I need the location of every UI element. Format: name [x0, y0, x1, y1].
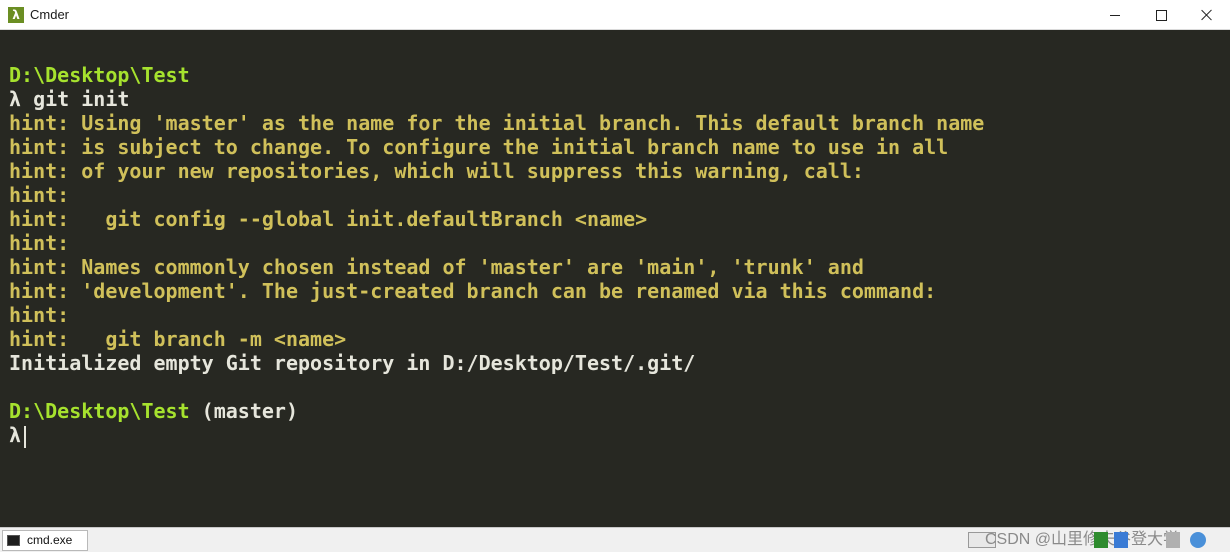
- tab-label: cmd.exe: [27, 533, 73, 547]
- close-icon: [1201, 9, 1213, 21]
- terminal-line: hint: Names commonly chosen instead of '…: [9, 255, 984, 279]
- terminal-segment-hint: hint: Using 'master' as the name for the…: [9, 111, 985, 135]
- terminal-output[interactable]: D:\Desktop\Test λ git init hint: Using 'ma…: [0, 30, 1230, 527]
- watermark: CSDN @山里修夫谷登大学: [985, 531, 1180, 548]
- close-button[interactable]: [1184, 0, 1230, 30]
- terminal-line: λ: [9, 423, 984, 448]
- terminal-segment-hint: hint:: [9, 231, 70, 255]
- terminal-line: hint:: [9, 303, 984, 327]
- terminal-segment-hint: hint: of your new repositories, which wi…: [9, 159, 864, 183]
- terminal-segment-path: D:\Desktop\Test: [9, 399, 190, 423]
- minimize-button[interactable]: [1092, 0, 1138, 30]
- split-icon[interactable]: [1114, 532, 1128, 548]
- status-bar: cmd.exe CSDN @山里修夫谷登大学: [0, 527, 1230, 552]
- terminal-segment-hint: hint: git config --global init.defaultBr…: [9, 207, 648, 231]
- terminal-segment-hint: hint:: [9, 183, 70, 207]
- terminal-line: hint: of your new repositories, which wi…: [9, 159, 984, 183]
- terminal-line: D:\Desktop\Test (master): [9, 399, 984, 423]
- terminal-line: hint: 'development'. The just-created br…: [9, 279, 984, 303]
- terminal-lines: D:\Desktop\Test λ git init hint: Using 'ma…: [9, 63, 984, 448]
- title-bar[interactable]: λ Cmder: [0, 0, 1230, 30]
- console-icon: [7, 535, 20, 546]
- terminal-line: Initialized empty Git repository in D:/D…: [9, 351, 984, 375]
- terminal-line: hint: is subject to change. To configure…: [9, 135, 984, 159]
- terminal-line: D:\Desktop\Test: [9, 63, 984, 87]
- terminal-segment-hint: hint:: [9, 303, 70, 327]
- terminal-line: hint:: [9, 183, 984, 207]
- terminal-line: λ git init: [9, 87, 984, 111]
- terminal-segment-text: Initialized empty Git repository in D:/D…: [9, 351, 696, 375]
- maximize-icon: [1155, 9, 1167, 21]
- console-tab[interactable]: cmd.exe: [2, 530, 88, 551]
- terminal-segment-hint: hint: 'development'. The just-created br…: [9, 279, 937, 303]
- minimize-icon: [1110, 14, 1120, 16]
- maximize-button[interactable]: [1138, 0, 1184, 30]
- terminal-line: hint: git config --global init.defaultBr…: [9, 207, 984, 231]
- terminal-line: hint: Using 'master' as the name for the…: [9, 111, 984, 135]
- settings-icon[interactable]: [1190, 532, 1206, 548]
- terminal-line: hint: git branch -m <name>: [9, 327, 984, 351]
- new-console-icon[interactable]: [1094, 532, 1108, 548]
- terminal-segment-hint: hint: Names commonly chosen instead of '…: [9, 255, 864, 279]
- window-title: Cmder: [30, 7, 70, 22]
- terminal-line: hint:: [9, 231, 984, 255]
- terminal-segment-text: git init: [33, 87, 130, 111]
- cmder-lambda-icon: λ: [8, 7, 24, 23]
- text-cursor: [24, 425, 27, 448]
- terminal-segment-text: (master): [189, 399, 298, 423]
- terminal-segment-lambda: λ: [9, 423, 22, 447]
- terminal-segment-lambda: λ: [9, 87, 34, 111]
- terminal-segment-hint: hint: git branch -m <name>: [9, 327, 347, 351]
- terminal-segment-hint: hint: is subject to change. To configure…: [9, 135, 949, 159]
- scroll-lock-icon[interactable]: [1166, 532, 1180, 548]
- terminal-segment-path: D:\Desktop\Test: [9, 63, 190, 87]
